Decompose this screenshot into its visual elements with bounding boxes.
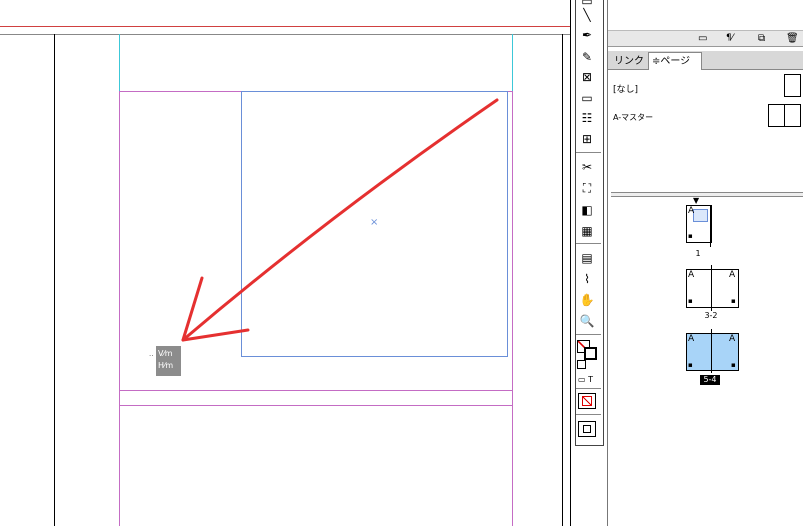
- spread-spine: [711, 265, 712, 311]
- toolbox-divider: [576, 414, 601, 415]
- fill-stroke-icon[interactable]: [577, 340, 599, 370]
- hand-tool-icon[interactable]: ✋: [577, 291, 597, 309]
- pages-panel: ▭ ¶⁄ ⧉ 🗑 リンク ≑ページ [なし] A-マスター ▼ A ▪ 1 A …: [607, 0, 803, 526]
- apply-none-icon[interactable]: [578, 393, 596, 409]
- note-tool-icon[interactable]: ▤: [577, 249, 597, 267]
- new-page-icon[interactable]: ⧉: [758, 33, 765, 44]
- page-master-marker: A: [729, 270, 736, 280]
- page-label-5-4: 5-4: [700, 375, 720, 385]
- toolbox-divider: [576, 152, 601, 153]
- page-label-1: 1: [695, 249, 701, 258]
- page-dot: ▪: [688, 297, 693, 305]
- page-master-marker: A: [688, 270, 695, 280]
- page-master-marker: A: [729, 334, 736, 344]
- toolbox: ▭ ╲ ✒ ✎ ⊠ ▭ ☷ ⊞ ✂ ⛶ ◧ ▦ ▤ ⌇ ✋ 🔍 ▭ T: [570, 0, 606, 526]
- relink-icon[interactable]: ¶⁄: [726, 33, 733, 43]
- panel-toolbar: ▭ ¶⁄ ⧉ 🗑: [608, 30, 803, 47]
- screen-mode-icon[interactable]: [578, 421, 596, 437]
- page-thumbnail-1[interactable]: A ▪: [686, 205, 712, 243]
- pen-tool-icon[interactable]: ✒: [577, 26, 597, 44]
- spine-line: [710, 205, 711, 247]
- toolbox-divider: [576, 388, 601, 389]
- master-none-label[interactable]: [なし]: [613, 82, 638, 95]
- grid-tool-icon[interactable]: ⊞: [577, 130, 597, 148]
- free-transform-icon[interactable]: ⛶: [577, 179, 597, 197]
- tab-links[interactable]: リンク: [611, 53, 649, 70]
- page-dot: ▪: [688, 361, 693, 369]
- rectangle-frame-icon[interactable]: ⊠: [577, 68, 597, 86]
- spread-spine: [711, 329, 712, 373]
- formatting-affects-text-icon[interactable]: ▭ T: [578, 375, 593, 385]
- eyedropper-icon[interactable]: ⌇: [577, 270, 597, 288]
- master-a-thumbnail[interactable]: [768, 104, 801, 127]
- spread-indicator-icon: ▼: [693, 196, 700, 205]
- pencil-tool-icon[interactable]: ✎: [577, 48, 597, 66]
- master-none-thumbnail[interactable]: [784, 74, 801, 97]
- tab-pages[interactable]: ≑ページ: [648, 52, 702, 70]
- page-thumbnail-3-2[interactable]: A A ▪ ▪: [686, 265, 739, 311]
- annotation-arrow: [181, 98, 499, 342]
- page-dot: ▪: [731, 297, 736, 305]
- page-dot: ▪: [688, 232, 693, 240]
- panel-top-strip: [608, 0, 803, 30]
- master-a-label[interactable]: A-マスター: [613, 112, 653, 123]
- page-dot: ▪: [731, 361, 736, 369]
- trash-icon[interactable]: 🗑: [786, 33, 799, 44]
- table-tool-icon[interactable]: ☷: [577, 109, 597, 127]
- rectangle-tool-icon[interactable]: ▭: [577, 89, 597, 107]
- page-1-content-frame: [693, 209, 708, 222]
- page-master-marker: A: [688, 334, 695, 344]
- document-canvas[interactable]: × V⁄m H⁄m ..: [0, 0, 570, 526]
- page-thumbnail-5-4[interactable]: A A ▪ ▪: [686, 329, 739, 373]
- gradient-swatch-icon[interactable]: ◧: [577, 201, 597, 219]
- folder-icon[interactable]: ▭: [698, 33, 707, 44]
- panel-section-divider[interactable]: [611, 192, 803, 197]
- zoom-tool-icon[interactable]: 🔍: [577, 312, 597, 330]
- page-master-marker: A: [688, 206, 695, 216]
- scissors-tool-icon[interactable]: ✂: [577, 158, 597, 176]
- line-tool-icon[interactable]: ╲: [577, 6, 597, 24]
- toolbox-divider: [576, 243, 601, 244]
- gradient-feather-icon[interactable]: ▦: [577, 222, 597, 240]
- toolbox-divider: [576, 334, 601, 335]
- page-label-3-2: 3-2: [704, 311, 718, 320]
